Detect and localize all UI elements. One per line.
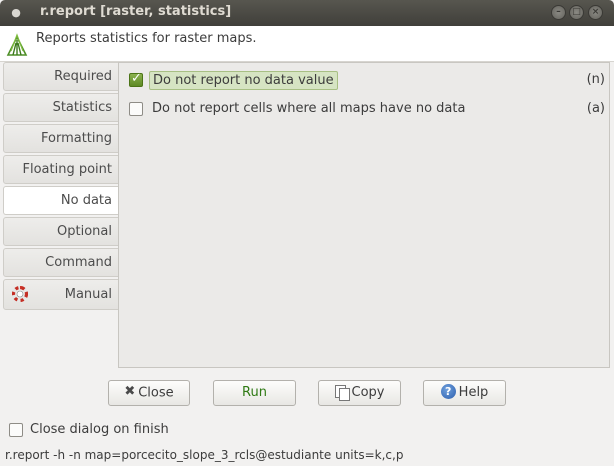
help-button[interactable]: ? Help [423, 380, 506, 406]
close-on-finish-checkbox[interactable] [9, 423, 23, 437]
close-button-label: Close [138, 385, 174, 401]
tab-optional[interactable]: Optional [3, 217, 119, 246]
option-flag: (a) [586, 101, 605, 116]
tab-required[interactable]: Required [3, 62, 119, 91]
help-button-label: Help [458, 385, 489, 400]
option-label[interactable]: Do not report cells where all maps have … [149, 100, 468, 117]
lifebuoy-icon [12, 286, 28, 302]
copy-button[interactable]: Copy [318, 380, 401, 406]
module-header: Reports statistics for raster maps. [0, 26, 614, 62]
close-on-finish-label[interactable]: Close dialog on finish [30, 422, 169, 437]
tab-statistics[interactable]: Statistics [3, 93, 119, 122]
option-no-data-value: Do not report no data value (n) [127, 69, 605, 91]
tab-manual-label: Manual [64, 287, 112, 302]
tab-formatting[interactable]: Formatting [3, 124, 119, 153]
help-icon: ? [440, 384, 456, 399]
maximize-button[interactable]: □ [569, 5, 584, 20]
close-button[interactable]: ✖ Close [108, 380, 190, 406]
tab-floating-point[interactable]: Floating point [3, 155, 119, 184]
tab-manual[interactable]: Manual [3, 279, 119, 310]
options-panel: Do not report no data value (n) Do not r… [118, 62, 610, 368]
title-bar: ● r.report [raster, statistics] – □ × [0, 0, 614, 26]
minimize-button[interactable]: – [551, 5, 566, 20]
tab-command-output[interactable]: Command output [3, 248, 119, 297]
close-window-button[interactable]: × [588, 5, 603, 20]
no-data-value-checkbox[interactable] [129, 71, 143, 87]
window-title: r.report [raster, statistics] [40, 4, 232, 19]
sidebar-tabs: Required Statistics Formatting Floating … [3, 62, 119, 310]
option-all-maps-no-data: Do not report cells where all maps have … [127, 98, 605, 120]
option-flag: (n) [586, 72, 605, 87]
command-status: r.report -h -n map=porcecito_slope_3_rcl… [5, 448, 404, 462]
tab-no-data[interactable]: No data [3, 186, 119, 215]
copy-icon [334, 384, 350, 401]
window-menu-icon[interactable]: ● [10, 7, 22, 19]
copy-button-label: Copy [351, 385, 385, 400]
option-label[interactable]: Do not report no data value [149, 71, 338, 90]
grass-icon [6, 33, 28, 56]
all-maps-no-data-checkbox[interactable] [129, 102, 143, 116]
close-icon: ✖ [124, 384, 136, 399]
module-description: Reports statistics for raster maps. [36, 31, 257, 46]
run-button[interactable]: Run [213, 380, 296, 406]
